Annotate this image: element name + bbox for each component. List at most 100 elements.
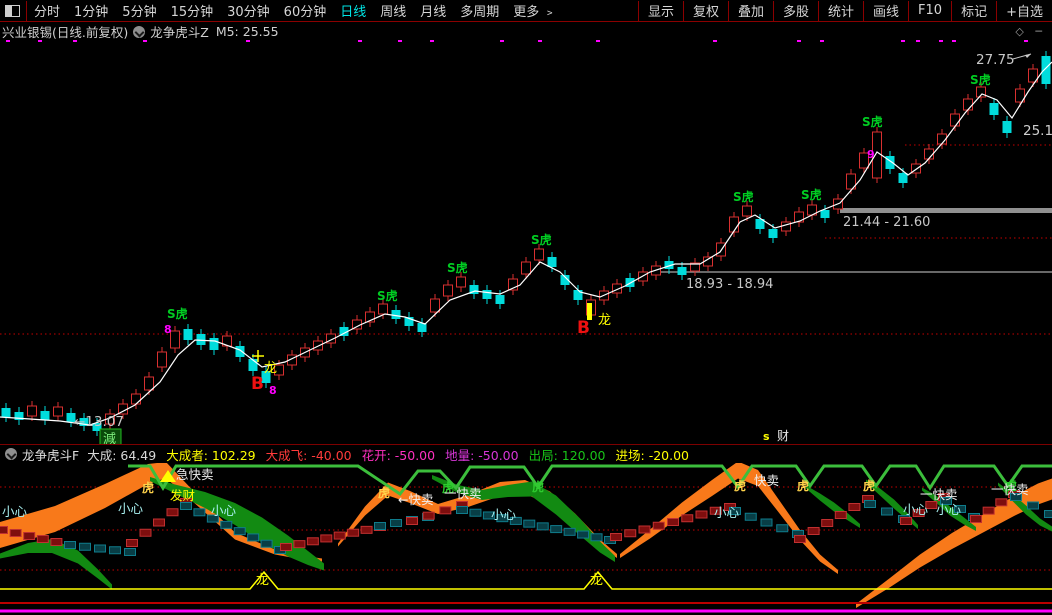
red-step-bar [900, 517, 912, 525]
top-zigzag-signal-line [128, 464, 1052, 497]
indicator-value-出局: 出局: 120.00 [528, 447, 606, 463]
indicator-text-label: 快卖 [754, 473, 779, 488]
red-step-bar [50, 538, 63, 546]
teal-step-bar [1027, 501, 1039, 510]
tiger-buy-mark: S虎 [377, 288, 398, 303]
red-step-bar [638, 525, 651, 534]
toolbar-button-复权[interactable]: 复权 [684, 1, 728, 20]
top-signal-dot [538, 40, 542, 42]
teal-step-bar [233, 527, 246, 536]
period-tab-周线[interactable]: 周线 [373, 1, 413, 20]
ma-value-label: M5: 25.55 [215, 24, 279, 39]
main-candlestick-chart[interactable]: 21.44 - 21.60 18.93 - 18.94 S虎 S虎 S虎 S虎 S虎 S虎 S虎… [0, 40, 1052, 445]
digit-signal-mark: 8 [164, 323, 172, 336]
toolbar-right-buttons: 显示 复权 叠加 多股 统计 画线 F10 标记 +自选 [637, 0, 1052, 21]
candle-down [482, 290, 492, 299]
top-signal-dot [939, 40, 943, 42]
red-step-bar [422, 511, 435, 520]
dragon-mark: 龙 [598, 313, 611, 328]
red-step-bar [807, 527, 820, 535]
digit-signal-mark: 9 [867, 148, 875, 161]
period-tab-多周期[interactable]: 多周期 [453, 1, 506, 20]
red-step-bar [306, 537, 319, 546]
trading-app: { "toolbar": { "periods": [ {"label":"分时… [0, 0, 1052, 615]
teal-step-bar [260, 539, 273, 548]
period-tab-日线[interactable]: 日线 [333, 1, 373, 20]
candle-up [742, 205, 752, 217]
candle-up [430, 298, 440, 313]
teal-step-bar [563, 527, 576, 536]
collapse-sub-indicator-icon[interactable] [5, 448, 17, 460]
candle-up [781, 221, 791, 232]
period-tab-5分钟[interactable]: 5分钟 [115, 1, 163, 20]
toolbar-button-叠加[interactable]: 叠加 [729, 1, 773, 20]
period-tab-更多 ﹥[interactable]: 更多 ﹥ [506, 1, 563, 20]
tiger-buy-mark: S虎 [970, 72, 991, 87]
wealth-signal-s: s [763, 430, 770, 443]
reduce-signal-text: 減 [103, 431, 116, 445]
toolbar-button-画线[interactable]: 画线 [864, 1, 908, 20]
candle-down [40, 411, 50, 420]
toolbar-button-F10[interactable]: F10 [909, 3, 951, 18]
sub-indicator-chart[interactable]: 虎虎虎虎虎虎虎虎急快卖发财 ←快卖 一快卖快卖一快卖 一快卖小心 小心 小心 小心 小心 小心小… [0, 463, 1052, 615]
candle-down [547, 257, 557, 267]
red-step-bar [293, 540, 306, 549]
indicator-text-label: 一快卖 [920, 487, 958, 502]
tiger-buy-mark: S虎 [531, 232, 552, 247]
b-buy-mark: B [577, 318, 590, 338]
red-step-bar [794, 535, 806, 543]
last-price-label: 25.1 [1023, 123, 1052, 139]
candle-down [1041, 56, 1051, 84]
period-tab-30分钟[interactable]: 30分钟 [220, 1, 277, 20]
window-layout-icon[interactable] [5, 4, 20, 17]
candle-up [53, 406, 63, 417]
red-step-bar [995, 498, 1008, 507]
indicator-value-花开: 花开: -50.00 [361, 447, 436, 463]
teal-step-bar [94, 544, 106, 553]
toolbar-button-统计[interactable]: 统计 [819, 1, 863, 20]
sub-indicator-header: 龙争虎斗F 大成: 64.49 大成者: 102.29 大成飞: -40.00 花开:… [0, 446, 1052, 463]
teal-step-bar [577, 530, 590, 539]
toolbar-button-标记[interactable]: 标记 [952, 1, 996, 20]
teal-step-bar [550, 525, 563, 534]
period-tab-分时[interactable]: 分时 [27, 1, 67, 20]
teal-step-bar [64, 541, 76, 549]
red-step-bar [126, 539, 138, 547]
top-signal-dot [500, 40, 504, 42]
candle-down [183, 329, 193, 340]
period-tab-15分钟[interactable]: 15分钟 [164, 1, 221, 20]
red-step-bar [23, 532, 36, 540]
period-tab-1分钟[interactable]: 1分钟 [67, 1, 115, 20]
candle-up [157, 351, 167, 368]
digit-signal-mark: 8 [269, 384, 277, 397]
tiger-buy-mark: S虎 [733, 189, 754, 204]
red-step-bar [153, 518, 165, 527]
tiger-buy-mark: S虎 [862, 114, 883, 129]
teal-step-bar [124, 548, 136, 556]
red-step-bar [320, 534, 333, 543]
period-tab-60分钟[interactable]: 60分钟 [277, 1, 334, 20]
red-step-bar [439, 506, 452, 515]
red-step-bar [9, 529, 22, 537]
top-signal-dot [143, 40, 147, 42]
pane-corner-icons[interactable]: ◇ ─ [1015, 25, 1046, 38]
red-step-bar [0, 526, 8, 534]
red-step-bar [333, 531, 346, 540]
main-indicator-label: 龙争虎斗Z [150, 25, 209, 40]
indicator-text-label: 小心 [903, 502, 929, 517]
collapse-main-indicator-icon[interactable] [133, 25, 146, 38]
period-tab-月线[interactable]: 月线 [413, 1, 453, 20]
teal-step-bar [523, 519, 536, 528]
top-signal-dot [6, 40, 10, 42]
toolbar-button-显示[interactable]: 显示 [639, 1, 683, 20]
top-signal-dot [358, 40, 362, 42]
toolbar-button-+自选[interactable]: +自选 [997, 1, 1052, 20]
teal-step-bar [590, 533, 603, 542]
indicator-value-大成飞: 大成飞: -40.00 [265, 447, 352, 463]
teal-step-bar [456, 506, 468, 514]
toolbar-button-多股[interactable]: 多股 [774, 1, 818, 20]
candle-up [950, 113, 960, 127]
candle-down [495, 295, 505, 304]
candle-down [1, 408, 11, 417]
teal-step-bar [180, 502, 192, 510]
